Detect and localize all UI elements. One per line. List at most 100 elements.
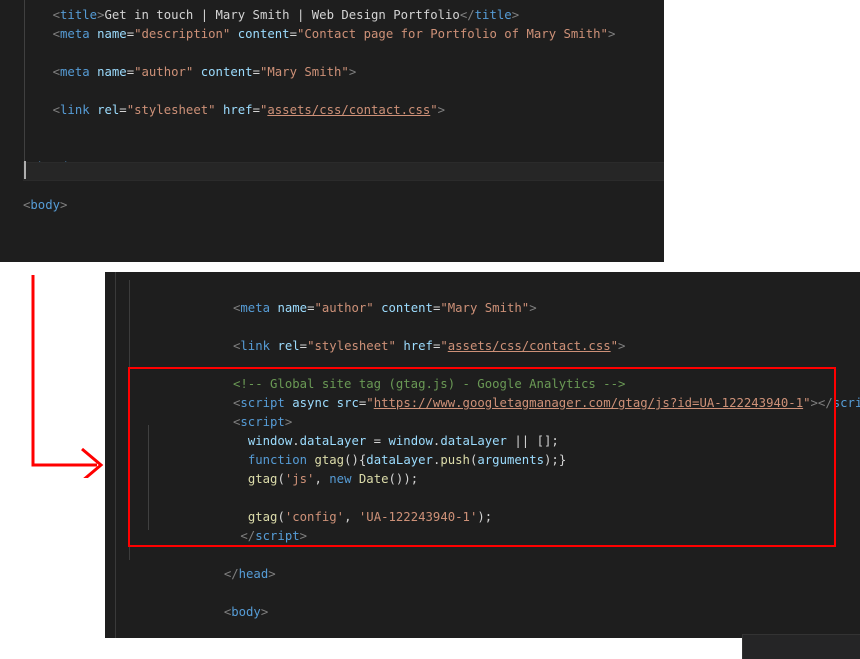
code-token: content (237, 27, 290, 41)
code-token: < (52, 8, 61, 22)
code-line[interactable]: <script async src="https://www.googletag… (233, 394, 860, 413)
code-token: Date (358, 472, 389, 486)
code-line[interactable]: function gtag(){dataLayer.push(arguments… (233, 451, 860, 470)
code-line[interactable]: <script> (233, 413, 860, 432)
code-token: ()); (388, 472, 419, 486)
code-token: script (240, 415, 285, 429)
code-token: = (126, 27, 135, 41)
code-line[interactable]: <!-- Global site tag (gtag.js) - Google … (233, 375, 860, 394)
code-token: gtag (314, 453, 345, 467)
code-token: async (292, 396, 330, 410)
code-token: = (289, 27, 297, 41)
code-token: name (97, 27, 127, 41)
code-token: name (97, 65, 127, 79)
code-token: meta (60, 65, 90, 79)
code-block-after[interactable]: <meta name="author" content="Mary Smith"… (105, 272, 860, 622)
code-line[interactable] (233, 489, 860, 508)
code-line[interactable]: window.dataLayer = window.dataLayer || [… (233, 432, 860, 451)
code-line[interactable] (23, 120, 615, 139)
code-line[interactable]: <meta name="author" content="Mary Smith"… (23, 63, 615, 82)
code-token: function (247, 453, 308, 467)
code-line[interactable]: <title>Get in touch | Mary Smith | Web D… (23, 6, 615, 25)
code-token: > (437, 103, 446, 117)
code-token: script (255, 529, 300, 543)
code-token: ( (277, 510, 285, 524)
code-token: window (388, 434, 433, 448)
code-token: title (474, 8, 512, 22)
code-token: " (430, 103, 438, 117)
code-token: new (329, 472, 352, 486)
code-token: " (366, 396, 374, 410)
code-token: > (260, 605, 269, 619)
code-line[interactable] (23, 82, 615, 101)
red-arrow-annotation (31, 275, 104, 478)
code-token: "Mary Smith" (259, 65, 349, 79)
code-token: 'js' (284, 472, 315, 486)
code-line[interactable] (233, 280, 860, 299)
code-token: "Mary Smith" (440, 301, 530, 315)
code-line[interactable] (23, 44, 615, 63)
code-line[interactable]: </head> (224, 565, 860, 584)
indent-guide (24, 0, 25, 162)
code-token: https://www.googletagmanager.com/gtag/js… (373, 396, 804, 410)
code-block-before[interactable]: < title > Get in touch | Mary Smith | Web D… (0, 0, 615, 215)
code-token: content (200, 65, 253, 79)
code-token: dataLayer (366, 453, 433, 467)
code-token: "stylesheet" (126, 103, 216, 117)
code-editor-after[interactable]: <meta name="author" content="Mary Smith"… (105, 272, 860, 638)
code-line[interactable] (233, 546, 860, 565)
code-token: < (52, 103, 61, 117)
code-token: > (268, 567, 276, 581)
code-token: arguments (477, 453, 545, 467)
code-token: = (119, 103, 127, 117)
code-token: dataLayer (299, 434, 367, 448)
code-line[interactable]: </script> (233, 527, 860, 546)
code-line[interactable] (233, 318, 860, 337)
code-line[interactable]: <meta name="author" content="Mary Smith"… (233, 299, 860, 318)
code-line[interactable]: <link rel="stylesheet" href="assets/css/… (233, 337, 860, 356)
code-token: head (238, 567, 269, 581)
code-token: window (247, 434, 293, 448)
code-token: script (240, 396, 285, 410)
code-token: href (403, 339, 433, 353)
code-token: body (30, 198, 61, 212)
code-token: Get in touch | Mary Smith | Web Design P… (104, 8, 460, 22)
code-token: 'config' (284, 510, 345, 524)
code-token: > (618, 339, 626, 353)
code-token: rel (97, 103, 120, 117)
code-token: meta (240, 301, 271, 315)
code-token: script (832, 396, 860, 410)
code-line[interactable]: <body> (23, 196, 615, 215)
code-token: " (803, 396, 811, 410)
code-line[interactable] (233, 356, 860, 375)
code-token: > (284, 415, 293, 429)
code-token: "author" (314, 301, 374, 315)
code-token: > (607, 27, 616, 41)
code-line[interactable]: gtag('config', 'UA-122243940-1'); (233, 508, 860, 527)
code-line[interactable] (233, 584, 860, 603)
indent-guide-outer (115, 272, 116, 638)
code-token: = (366, 434, 389, 448)
code-editor-before[interactable]: < title > Get in touch | Mary Smith | Web D… (0, 0, 664, 262)
code-line[interactable]: gtag('js', new Date()); (233, 470, 860, 489)
code-line[interactable] (23, 139, 615, 158)
bottom-panel-strip (742, 634, 860, 659)
code-line[interactable]: <link rel="stylesheet" href="assets/css/… (23, 101, 615, 120)
code-token: </ (817, 396, 833, 410)
code-token: href (222, 103, 253, 117)
code-line[interactable]: <body> (224, 603, 860, 622)
code-token: "Contact page for Portfolio of Mary Smit… (296, 27, 608, 41)
code-token: <!-- Global site tag (gtag.js) - Google … (233, 377, 626, 391)
code-token: < (52, 27, 61, 41)
code-token: </ (240, 529, 256, 543)
code-token: rel (277, 339, 300, 353)
indent-guide-script-body (148, 425, 149, 530)
code-token: "description" (134, 27, 231, 41)
code-line[interactable]: <meta name="description" content="Contac… (23, 25, 616, 44)
code-token: > (810, 396, 818, 410)
